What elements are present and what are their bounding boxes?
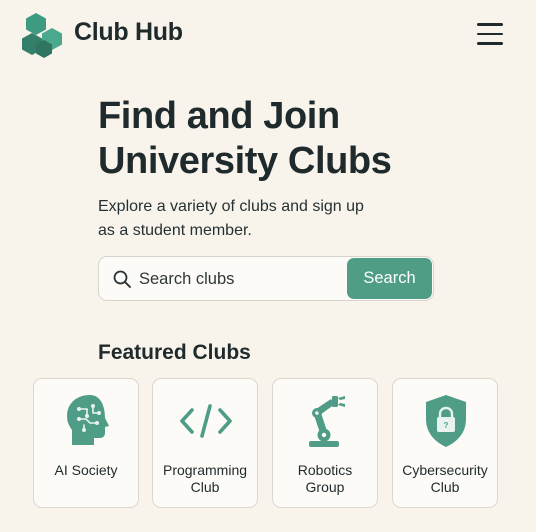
page-title: Find and Join University Clubs bbox=[98, 94, 518, 184]
club-name-line-1: AI Society bbox=[54, 462, 118, 478]
featured-clubs-heading: Featured Clubs bbox=[98, 341, 251, 364]
club-hub-page: Club Hub Find and Join University Clubs … bbox=[0, 0, 536, 532]
search-input[interactable] bbox=[139, 265, 339, 293]
top-header: Club Hub bbox=[0, 0, 536, 72]
robot-arm-icon bbox=[309, 396, 345, 447]
page-title-line-2: University Clubs bbox=[98, 140, 392, 182]
brand-name[interactable]: Club Hub bbox=[74, 18, 183, 47]
club-card-robotics-group[interactable]: Robotics Group bbox=[272, 378, 378, 508]
club-card-cybersecurity-club[interactable]: ? Cybersecurity Club bbox=[392, 378, 498, 508]
hero-subtitle: Explore a variety of clubs and sign up a… bbox=[98, 195, 428, 243]
club-card-ai-society[interactable]: AI Society bbox=[33, 378, 139, 508]
shield-lock-icon: ? bbox=[426, 395, 466, 447]
club-card-label: AI Society bbox=[34, 462, 138, 479]
club-name-line-1: Robotics bbox=[297, 462, 353, 478]
search-bar: Search bbox=[98, 256, 434, 301]
hero-subtitle-line-1: Explore a variety of clubs and sign up bbox=[98, 198, 364, 215]
ai-brain-icon bbox=[67, 395, 109, 445]
club-card-label: Programming Club bbox=[153, 462, 257, 496]
page-title-line-1: Find and Join bbox=[98, 95, 340, 137]
search-icon bbox=[113, 270, 131, 288]
club-card-label: Robotics Group bbox=[273, 462, 377, 496]
search-button[interactable]: Search bbox=[347, 258, 432, 299]
club-card-programming-club[interactable]: Programming Club bbox=[152, 378, 258, 508]
hamburger-menu-icon[interactable] bbox=[474, 20, 506, 48]
code-icon bbox=[180, 404, 232, 438]
club-name-line-2: Club bbox=[430, 479, 460, 495]
club-card-label: Cybersecurity Club bbox=[393, 462, 497, 496]
club-name-line-2: Club bbox=[190, 479, 220, 495]
club-name-line-2: Group bbox=[305, 479, 345, 495]
hexagon-cluster-logo[interactable] bbox=[20, 12, 66, 58]
club-name-line-1: Cybersecurity bbox=[402, 462, 488, 478]
club-name-line-1: Programming bbox=[162, 462, 248, 478]
hero-subtitle-line-2: as a student member. bbox=[98, 222, 252, 239]
svg-text:?: ? bbox=[444, 421, 449, 430]
